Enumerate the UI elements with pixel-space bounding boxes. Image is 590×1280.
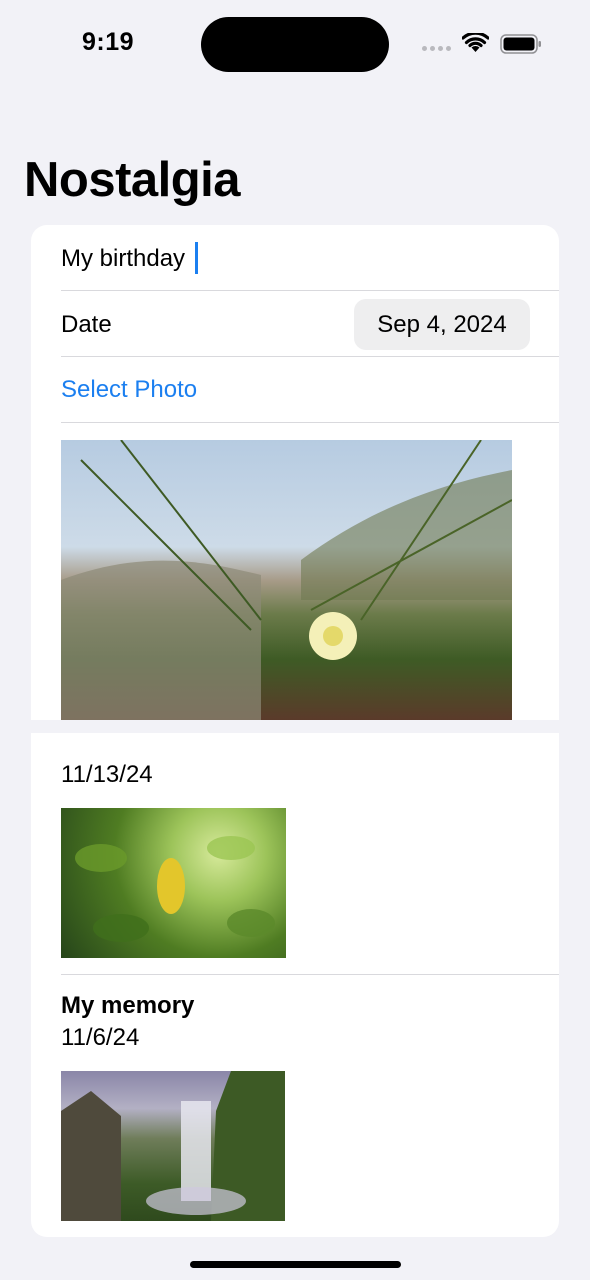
select-photo-button[interactable]: Select Photo [61,376,197,404]
date-picker-button[interactable]: Sep 4, 2024 [354,299,530,350]
home-indicator [190,1261,401,1268]
leaf-photo-icon[interactable] [61,808,286,958]
dynamic-island [201,17,389,72]
divider [61,422,559,423]
memory-title-input[interactable] [61,244,541,274]
flower-photo-icon [61,440,512,721]
wifi-icon [462,33,489,52]
text-cursor [195,242,198,274]
memory-title: My memory [61,992,195,1019]
selected-photo-preview [61,440,512,721]
cellular-signal-icon [422,46,451,51]
battery-icon [500,34,541,54]
memory-date: 11/13/24 [61,761,153,788]
divider [61,974,559,975]
memory-date: 11/6/24 [61,1024,140,1051]
section-separator [0,720,590,733]
status-time: 9:19 [82,28,135,56]
divider [61,290,559,291]
page-title: Nostalgia [24,153,241,207]
divider [61,356,559,357]
date-label: Date [61,311,112,338]
waterfall-photo-icon[interactable] [61,1071,285,1221]
